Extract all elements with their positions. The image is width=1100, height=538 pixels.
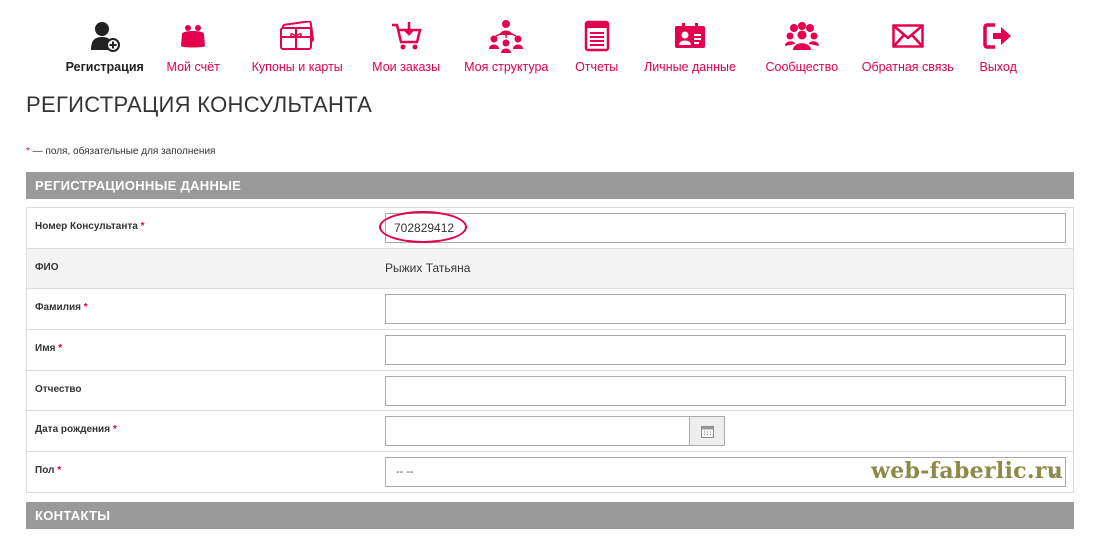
consultant-number-label: Номер Консультанта * (35, 221, 145, 232)
fio-label: ФИО (35, 261, 59, 273)
fio-value: Рыжих Татьяна (385, 260, 471, 275)
required-note-text: — поля, обязательные для заполнения (29, 146, 216, 157)
watermark: web-faberlic.ru (871, 458, 1063, 484)
patronymic-label: Отчество (35, 383, 82, 395)
birth-date-picker (385, 416, 725, 447)
form-row-fio: ФИО Рыжих Татьяна (27, 248, 1073, 290)
gender-selected-value: -- -- (396, 466, 414, 479)
nav-item-reports[interactable]: Отчеты (558, 14, 636, 76)
nav-label: Сообщество (765, 60, 839, 74)
nav-item-registration[interactable]: Регистрация (60, 14, 149, 76)
first-name-field[interactable] (385, 335, 1066, 366)
nav-item-exit[interactable]: Выход (956, 14, 1040, 76)
nav-label: Мой счёт (166, 60, 220, 74)
section-header-contacts: КОНТАКТЫ (26, 502, 1074, 529)
last-name-field[interactable] (385, 294, 1066, 325)
nav-item-my-structure[interactable]: Моя структура (455, 14, 558, 76)
birth-date-field[interactable] (385, 416, 690, 447)
report-icon (579, 18, 615, 54)
envelope-icon (890, 18, 926, 54)
nav-label: Купоны и карты (251, 60, 343, 74)
patronymic-field[interactable] (385, 375, 1066, 406)
nav-label: Обратная связь (861, 60, 954, 74)
required-fields-note: * — поля, обязательные для заполнения (26, 146, 215, 157)
nav-item-coupons[interactable]: Купоны и карты (237, 14, 358, 76)
gift-card-icon (279, 18, 315, 54)
nav-item-personal-data[interactable]: Личные данные (636, 14, 745, 76)
form-row-first-name: Имя * (27, 330, 1073, 371)
nav-label: Моя структура (464, 60, 549, 74)
last-name-label: Фамилия * (35, 302, 88, 314)
form-row-birth-date: Дата рождения * (27, 411, 1073, 453)
user-plus-icon (87, 18, 123, 54)
exit-icon (980, 18, 1016, 54)
form-row-patronymic: Отчество (27, 371, 1073, 412)
id-card-icon (672, 18, 708, 54)
nav-item-feedback[interactable]: Обратная связь (859, 14, 956, 76)
structure-icon (488, 18, 524, 54)
nav-label: Личные данные (644, 60, 736, 74)
form-row-consultant-number: Номер Консультанта * (27, 208, 1073, 249)
consultant-number-field[interactable] (385, 213, 1066, 243)
nav-label: Мои заказы (372, 60, 441, 74)
form-row-last-name: Фамилия * (27, 289, 1073, 331)
nav-label: Регистрация (65, 60, 144, 74)
nav-item-my-account[interactable]: Мой счёт (149, 14, 237, 76)
section-header-registration: РЕГИСТРАЦИОННЫЕ ДАННЫЕ (26, 172, 1074, 199)
calendar-button[interactable] (690, 416, 725, 447)
first-name-label: Имя * (35, 343, 63, 355)
nav-label: Отчеты (575, 60, 619, 74)
page-title: РЕГИСТРАЦИЯ КОНСУЛЬТАНТА (26, 92, 373, 117)
birth-date-label: Дата рождения * (35, 424, 117, 436)
gender-label: Пол * (35, 465, 62, 477)
community-icon (784, 18, 820, 54)
nav-item-community[interactable]: Сообщество (744, 14, 859, 76)
nav-label: Выход (979, 60, 1017, 74)
cart-icon (388, 18, 424, 54)
purse-icon (175, 18, 211, 54)
top-navigation: Регистрация Мой счёт Купоны и карты Мои … (60, 14, 1040, 76)
calendar-icon (700, 425, 714, 438)
nav-item-my-orders[interactable]: Мои заказы (358, 14, 455, 76)
registration-form: Номер Консультанта * ФИО Рыжих Татьяна Ф… (26, 207, 1074, 493)
